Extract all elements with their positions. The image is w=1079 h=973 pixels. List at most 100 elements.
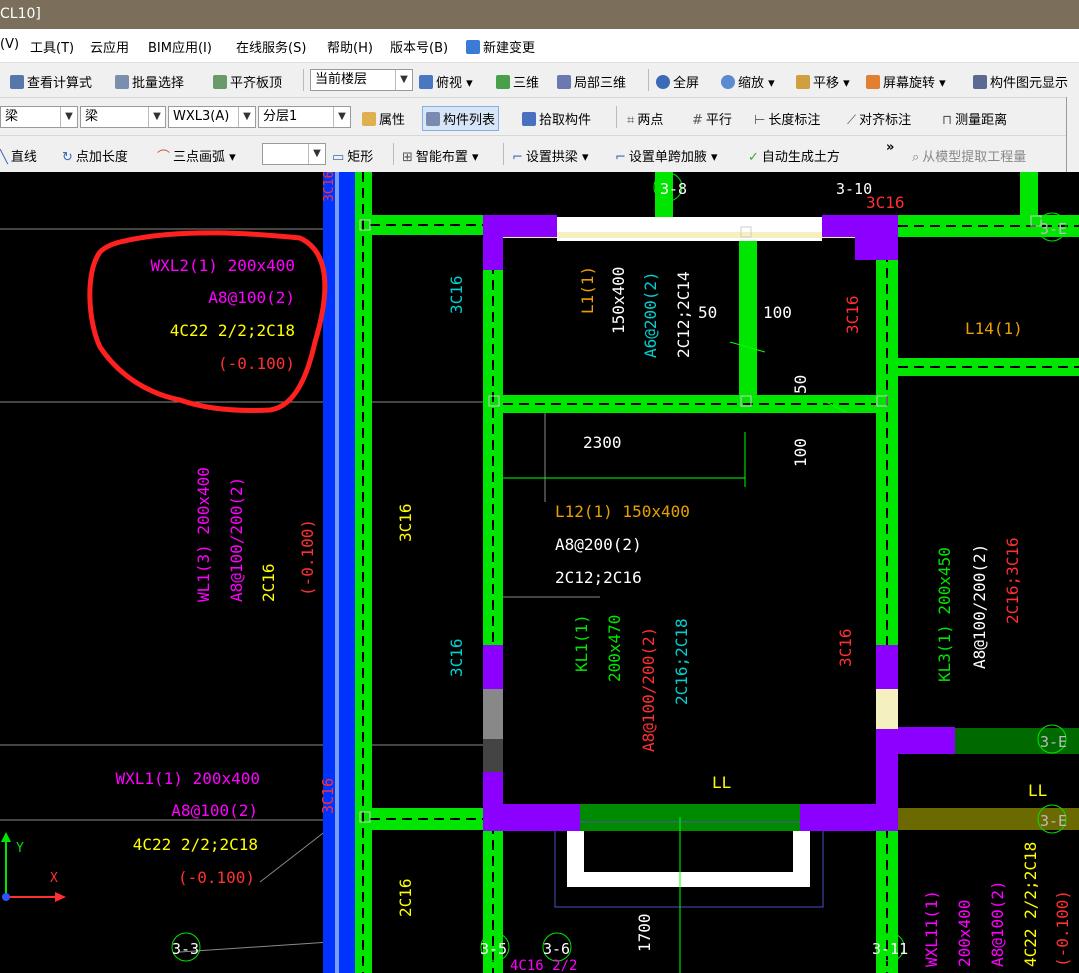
top-view-label: 俯视 bbox=[436, 76, 463, 91]
zoom-button[interactable]: 缩放 ▾ bbox=[721, 72, 775, 91]
toolbar-separator bbox=[616, 106, 617, 128]
properties-label: 属性 bbox=[379, 113, 406, 128]
wxl11-rebar: 4C22 2/2;2C18 bbox=[1021, 842, 1040, 967]
menu-view[interactable]: (V) bbox=[0, 37, 19, 52]
zoom-label: 缩放 bbox=[738, 76, 765, 91]
floor-select[interactable]: 当前楼层 ▼ bbox=[310, 69, 413, 91]
component-display-label: 构件图元显示 bbox=[990, 76, 1069, 91]
align-dim-label: 对齐标注 bbox=[859, 113, 912, 128]
chevron-down-icon: ▼ bbox=[395, 70, 412, 90]
menu-bim[interactable]: BIM应用(I) bbox=[148, 37, 212, 56]
measure-distance-button[interactable]: ⊓ 测量距离 bbox=[942, 109, 1007, 128]
screen-rotate-button[interactable]: 屏幕旋转 ▾ bbox=[866, 72, 946, 91]
fullscreen-button[interactable]: 全屏 bbox=[656, 72, 699, 91]
section-3-11: 3-11 bbox=[872, 940, 908, 958]
origin-point bbox=[2, 893, 10, 901]
view-formula-button[interactable]: 查看计算式 bbox=[10, 72, 92, 91]
batch-select-icon bbox=[115, 75, 129, 89]
toolbar-separator bbox=[648, 69, 649, 91]
drawing-canvas[interactable]: Y X WXL2(1) 200x400 A8@100(2) 4C22 2/2;2… bbox=[0, 172, 1079, 973]
section-3-6: 3-6 bbox=[543, 940, 570, 958]
three-d-button[interactable]: 三维 bbox=[496, 72, 539, 91]
menu-cloud[interactable]: 云应用 bbox=[90, 37, 129, 56]
rebar-label-3c16-mid: 3C16 bbox=[396, 503, 415, 542]
top-view-button[interactable]: 俯视 ▾ bbox=[419, 72, 473, 91]
layer-select[interactable]: 分层1 ▼ bbox=[258, 106, 351, 128]
pick-icon bbox=[522, 112, 536, 126]
menu-tools[interactable]: 工具(T) bbox=[30, 37, 74, 56]
menu-version[interactable]: 版本号(B) bbox=[390, 37, 448, 56]
pick-component-button[interactable]: 拾取构件 bbox=[522, 109, 591, 128]
ll-label-1[interactable]: LL bbox=[712, 773, 731, 792]
menu-bar: (V) 工具(T) 云应用 BIM应用(I) 在线服务(S) 帮助(H) 版本号… bbox=[0, 29, 1079, 63]
extract-from-model-button[interactable]: ⌕ 从模型提取工程量 bbox=[912, 146, 1026, 165]
l14-label[interactable]: L14(1) bbox=[965, 319, 1023, 338]
more-tools-button[interactable]: » bbox=[886, 140, 894, 155]
component-select[interactable]: WXL3(A) ▼ bbox=[168, 106, 256, 128]
l1-size: 150x400 bbox=[609, 267, 628, 334]
rectangle-button[interactable]: ▭ 矩形 bbox=[332, 146, 373, 165]
beam-ll[interactable] bbox=[580, 804, 800, 831]
wxl11-size: 200x400 bbox=[955, 900, 974, 967]
x-axis-label: X bbox=[50, 871, 58, 886]
local-3d-button[interactable]: 局部三维 bbox=[557, 72, 626, 91]
screen-rotate-label: 屏幕旋转 bbox=[883, 76, 936, 91]
window-title: CL10] bbox=[0, 6, 41, 22]
component-list-label: 构件列表 bbox=[443, 113, 496, 128]
rebar-label-3c16-top: 3C16 bbox=[447, 275, 466, 314]
parallel-label: 平行 bbox=[705, 113, 732, 128]
three-point-arc-button[interactable]: ⌒ 三点画弧 ▾ bbox=[157, 146, 236, 165]
kl1-size: 200x470 bbox=[605, 615, 624, 682]
auto-earthwork-button[interactable]: ✓ 自动生成土方 bbox=[748, 146, 840, 165]
point-length-button[interactable]: ↻ 点加长度 bbox=[62, 146, 128, 165]
menu-new-change[interactable]: 新建变更 bbox=[466, 37, 535, 56]
dim-50-b: 50 bbox=[791, 375, 810, 394]
new-change-label: 新建变更 bbox=[483, 41, 536, 56]
rebar-label-3c16-low: 3C16 bbox=[447, 638, 466, 677]
set-haunch-button[interactable]: ⌐ 设置单跨加腋 ▾ bbox=[615, 146, 718, 165]
section-3-e-low: 3-E bbox=[1040, 812, 1067, 830]
align-dim-button[interactable]: ⟋ 对齐标注 bbox=[847, 109, 911, 128]
check-icon: ✓ bbox=[748, 150, 759, 165]
arch-beam-label: 设置拱梁 bbox=[525, 150, 578, 165]
batch-select-button[interactable]: 批量选择 bbox=[115, 72, 184, 91]
arc-label: 三点画弧 bbox=[173, 150, 226, 165]
flush-slab-label: 平齐板顶 bbox=[230, 76, 283, 91]
category-select[interactable]: 梁 ▼ bbox=[0, 106, 78, 128]
two-points-label: 两点 bbox=[637, 113, 664, 128]
length-dim-button[interactable]: ⊢ 长度标注 bbox=[754, 109, 820, 128]
component-display-button[interactable]: 构件图元显示 bbox=[973, 72, 1068, 91]
component-select-value: WXL3(A) bbox=[173, 109, 230, 124]
batch-select-label: 批量选择 bbox=[132, 76, 185, 91]
two-points-button[interactable]: ⌗ 两点 bbox=[627, 109, 663, 128]
toolbar-view: 查看计算式 批量选择 平齐板顶 当前楼层 ▼ 俯视 ▾ 三维 局部三维 全屏 缩放… bbox=[0, 63, 1079, 98]
menu-online-service[interactable]: 在线服务(S) bbox=[236, 37, 306, 56]
line-button[interactable]: ╲ 直线 bbox=[0, 146, 37, 165]
flush-slab-top-button[interactable]: 平齐板顶 bbox=[213, 72, 282, 91]
component-list-button[interactable]: 构件列表 bbox=[422, 106, 500, 131]
beam-l1[interactable] bbox=[739, 227, 757, 402]
column-mid-right[interactable] bbox=[876, 645, 898, 689]
pan-button[interactable]: 平移 ▾ bbox=[796, 72, 850, 91]
category-select-value: 梁 bbox=[5, 109, 19, 124]
type-select[interactable]: 梁 ▼ bbox=[80, 106, 166, 128]
kl3-stirrup: A8@100/200(2) bbox=[970, 544, 989, 669]
menu-help[interactable]: 帮助(H) bbox=[327, 37, 373, 56]
fullscreen-icon bbox=[656, 75, 670, 89]
ll-label-2[interactable]: LL bbox=[1028, 781, 1047, 800]
kl1-rebar: 2C16;2C18 bbox=[672, 618, 691, 705]
parallel-button[interactable]: # 平行 bbox=[692, 109, 732, 128]
arch-beam-icon: ⌐ bbox=[512, 150, 523, 165]
rebar-label-3c16-right: 3C16 bbox=[843, 295, 862, 334]
bottom-partial-label: 4C16 2/2 bbox=[510, 958, 577, 973]
measure-distance-label: 测量距离 bbox=[955, 113, 1008, 128]
align-dim-icon: ⟋ bbox=[847, 113, 857, 128]
column-mid-left[interactable] bbox=[483, 645, 503, 689]
wall-segment-dark bbox=[483, 739, 503, 772]
dim-2300: 2300 bbox=[583, 433, 622, 452]
wl1-stirrup: A8@100/200(2) bbox=[227, 477, 246, 602]
properties-button[interactable]: 属性 bbox=[362, 109, 405, 128]
set-arch-beam-button[interactable]: ⌐ 设置拱梁 ▾ bbox=[512, 146, 589, 165]
draw-mode-select[interactable]: ▼ bbox=[262, 143, 326, 165]
smart-layout-button[interactable]: ⊞ 智能布置 ▾ bbox=[402, 146, 479, 165]
